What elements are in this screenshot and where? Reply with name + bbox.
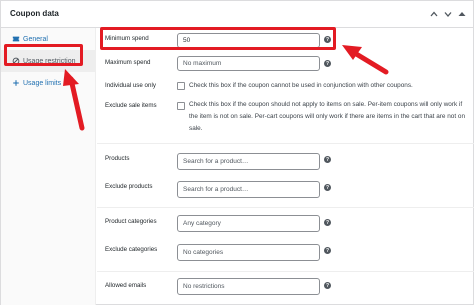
individual-use-description: Check this box if the coupon cannot be u… [189, 82, 413, 89]
maximum-spend-input[interactable]: No maximum [177, 56, 320, 71]
plus-icon [9, 79, 23, 87]
products-search-input[interactable]: Search for a product… [177, 153, 320, 170]
ticket-icon [9, 35, 23, 43]
exclude-products-label: Exclude products [105, 183, 153, 190]
help-icon[interactable]: ? [324, 60, 331, 67]
section-divider [97, 143, 474, 144]
exclude-sale-label: Exclude sale items [105, 102, 157, 109]
coupon-sidebar: General Usage restriction Usage limits [1, 28, 96, 305]
allowed-emails-input[interactable]: No restrictions [177, 278, 320, 295]
exclude-products-search-input[interactable]: Search for a product… [177, 181, 320, 198]
maximum-spend-label: Maximum spend [105, 59, 151, 66]
product-categories-label: Product categories [105, 218, 157, 225]
toggle-panel-icon[interactable] [456, 8, 468, 20]
sidebar-item-label: General [23, 35, 48, 43]
exclude-categories-input[interactable]: No categories [177, 244, 320, 261]
help-icon[interactable]: ? [324, 219, 331, 226]
highlight-box-minimum-spend [100, 27, 336, 50]
coupon-data-panel: Coupon data General Usage restriction Us… [0, 0, 474, 305]
exclude-sale-checkbox[interactable] [177, 102, 185, 110]
exclude-sale-description: Check this box if the coupon should not … [189, 101, 465, 132]
allowed-emails-label: Allowed emails [105, 282, 147, 289]
section-divider [97, 207, 474, 208]
highlight-box-sidebar [4, 44, 83, 66]
individual-use-label: Individual use only [105, 82, 156, 89]
arrow-to-minimum-spend-icon [342, 45, 389, 75]
exclude-categories-label: Exclude categories [105, 246, 158, 253]
panel-title: Coupon data [10, 9, 59, 18]
chevron-down-icon[interactable] [442, 8, 454, 20]
products-label: Products [105, 155, 130, 162]
help-icon[interactable]: ? [324, 184, 331, 191]
product-categories-input[interactable]: Any category [177, 215, 320, 232]
sidebar-item-label: Usage limits [23, 79, 62, 87]
sidebar-item-usage-limits[interactable]: Usage limits [1, 72, 95, 94]
panel-header: Coupon data [1, 1, 473, 28]
help-icon[interactable]: ? [324, 156, 331, 163]
section-divider [97, 271, 474, 272]
chevron-up-icon[interactable] [428, 8, 440, 20]
individual-use-checkbox[interactable] [177, 82, 185, 90]
help-icon[interactable]: ? [324, 282, 331, 289]
help-icon[interactable]: ? [324, 247, 331, 254]
